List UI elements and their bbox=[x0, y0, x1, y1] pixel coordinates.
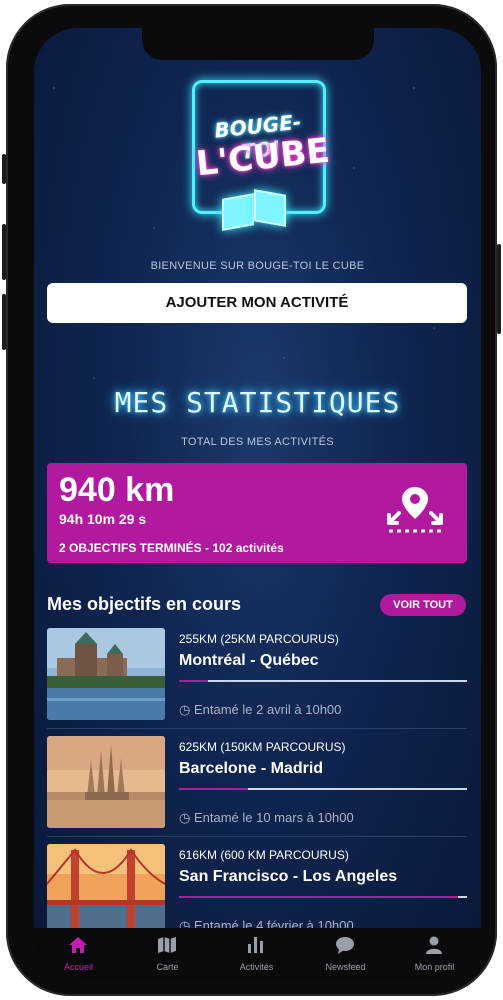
see-all-button[interactable]: VOIR TOUT bbox=[380, 594, 466, 616]
total-duration: 94h 10m 29 s bbox=[59, 511, 147, 527]
add-activity-button[interactable]: AJOUTER MON ACTIVITÉ bbox=[47, 283, 467, 323]
cube-icon bbox=[254, 189, 286, 227]
tab-label: Newsfeed bbox=[325, 962, 366, 972]
tab-label: Activités bbox=[239, 962, 274, 972]
welcome-text: BIENVENUE SUR BOUGE-TOI LE CUBE bbox=[150, 260, 365, 272]
tab-newsfeed[interactable]: Newsfeed bbox=[301, 928, 390, 980]
home-icon bbox=[69, 937, 87, 953]
app-screen: BOUGE-TOI L'CUBE BIENVENUE SUR BOUGE-TOI… bbox=[34, 28, 481, 980]
goal-distance: 625KM (150KM PARCOURUS) bbox=[179, 740, 346, 754]
volume-up-button bbox=[2, 224, 6, 280]
tab-map[interactable]: Carte bbox=[123, 928, 212, 980]
goal-name: Barcelone - Madrid bbox=[179, 760, 324, 777]
stats-subtitle: TOTAL DES MES ACTIVITÉS bbox=[181, 436, 334, 448]
goal-image bbox=[47, 844, 165, 936]
goal-name: San Francisco - Los Angeles bbox=[179, 868, 398, 885]
tab-label: Accueil bbox=[63, 962, 93, 972]
goal-progress-bar bbox=[179, 896, 467, 898]
clock-icon: ◷ bbox=[179, 810, 194, 825]
tab-activities[interactable]: Activités bbox=[212, 928, 301, 980]
goal-distance: 616KM (600 KM PARCOURUS) bbox=[179, 848, 349, 862]
goal-image bbox=[47, 628, 165, 720]
person-icon bbox=[426, 936, 442, 954]
cube-icon bbox=[222, 193, 254, 231]
goal-name: Montréal - Québec bbox=[179, 652, 319, 669]
tab-label: Carte bbox=[156, 962, 179, 972]
tab-label: Mon profil bbox=[414, 962, 455, 972]
total-distance: 940 km bbox=[59, 471, 175, 509]
goal-progress-bar bbox=[179, 788, 467, 790]
chat-bubble-icon bbox=[336, 937, 354, 954]
volume-down-button bbox=[2, 294, 6, 350]
goal-progress-fill bbox=[179, 896, 459, 898]
clock-icon: ◷ bbox=[179, 702, 194, 717]
map-route-icon bbox=[387, 487, 443, 533]
goal-progress-bar bbox=[179, 680, 467, 682]
app-logo: BOUGE-TOI L'CUBE bbox=[192, 80, 331, 231]
stats-title: MES STATISTIQUES bbox=[114, 386, 401, 419]
goal-progress-fill bbox=[179, 680, 208, 682]
bar-chart-icon bbox=[248, 937, 263, 953]
list-item[interactable]: 255KM (25KM PARCOURUS) Montréal - Québec… bbox=[47, 628, 467, 729]
stats-summary: 2 OBJECTIFS TERMINÉS - 102 activités bbox=[59, 541, 284, 555]
map-icon bbox=[158, 937, 176, 953]
goal-image bbox=[47, 736, 165, 828]
tab-home[interactable]: Accueil bbox=[34, 928, 123, 980]
stats-card[interactable]: 940 km 94h 10m 29 s 2 OBJECTIFS TERMINÉS… bbox=[47, 463, 467, 563]
list-item[interactable]: 625KM (150KM PARCOURUS) Barcelone - Madr… bbox=[47, 736, 467, 837]
power-button bbox=[497, 244, 501, 334]
notch bbox=[142, 28, 374, 60]
tab-profile[interactable]: Mon profil bbox=[390, 928, 479, 980]
goal-progress-fill bbox=[179, 788, 249, 790]
goal-start-date: ◷ Entamé le 2 avril à 10h00 bbox=[179, 702, 342, 717]
tab-bar: Accueil Carte Activités Newsfeed Mon pro… bbox=[34, 928, 481, 980]
goal-distance: 255KM (25KM PARCOURUS) bbox=[179, 632, 339, 646]
mute-switch bbox=[2, 154, 6, 184]
phone-frame: BOUGE-TOI L'CUBE BIENVENUE SUR BOUGE-TOI… bbox=[2, 4, 501, 996]
goal-start-date: ◷ Entamé le 10 mars à 10h00 bbox=[179, 810, 354, 825]
objectives-header: Mes objectifs en cours bbox=[47, 594, 242, 614]
